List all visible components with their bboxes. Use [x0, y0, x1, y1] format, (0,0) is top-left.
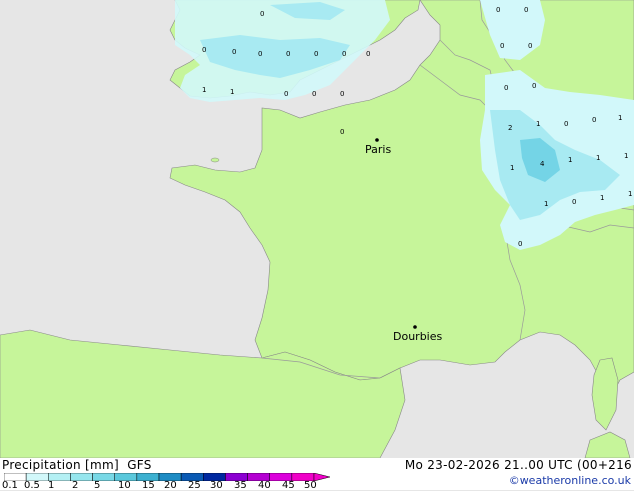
scale-tick-label: 0.5	[24, 480, 40, 491]
precip-value: 0	[258, 50, 262, 58]
precip-value: 0	[496, 6, 500, 14]
scale-tick-label: 1	[48, 480, 55, 491]
scale-tick-label: 2	[72, 480, 79, 491]
land-channel-island	[210, 157, 220, 163]
precip-value: 0	[202, 46, 206, 54]
precip-value: 0	[524, 6, 528, 14]
precip-value: 0	[564, 120, 568, 128]
scale-tick-label: 0.1	[2, 480, 18, 491]
precip-value: 0	[366, 50, 370, 58]
precip-value: 0	[340, 128, 344, 136]
precip-value: 0	[532, 82, 536, 90]
footer-legend: Precipitation [mm] GFS Mo 23-02-2026 21.…	[0, 458, 634, 491]
scale-tick-label: 15	[142, 480, 155, 491]
precip-value: 1	[202, 86, 206, 94]
scale-tick-label: 20	[164, 480, 177, 491]
precip-value: 1	[536, 120, 540, 128]
forecast-datetime: Mo 23-02-2026 21..00 UTC (00+216	[404, 458, 632, 472]
precip-value: 1	[568, 156, 572, 164]
precip-value: 0	[284, 90, 288, 98]
precip-value: 0	[572, 198, 576, 206]
scale-tick-label: 30	[210, 480, 223, 491]
precip-value: 0	[528, 42, 532, 50]
precip-value: 0	[342, 50, 346, 58]
credit-link[interactable]: ©weatheronline.co.uk	[509, 474, 631, 487]
city-label-dourbies: Dourbies	[393, 330, 443, 343]
precip-value: 0	[232, 48, 236, 56]
precip-value: 1	[628, 190, 632, 198]
precipitation-map: Paris Dourbies 0 0 0 0 0 0 0 0 1 1 0 0 0 0 0 0 0 0 0 2 1 0 0 1 1…	[0, 0, 634, 458]
color-scale-ticks: 0.1 0.5 1 2 5 10 15 20 25 30 35 40 45 50	[0, 480, 340, 491]
precip-value: 1	[544, 200, 548, 208]
chart-title: Precipitation [mm] GFS	[2, 458, 152, 472]
precip-value: 4	[540, 160, 545, 168]
precip-value: 1	[230, 88, 234, 96]
scale-tick-label: 40	[258, 480, 271, 491]
precip-value: 1	[510, 164, 514, 172]
scale-tick-label: 10	[118, 480, 131, 491]
precip-value: 1	[600, 194, 604, 202]
precip-value: 2	[508, 124, 512, 132]
precip-value: 0	[312, 90, 316, 98]
scale-tick-label: 25	[188, 480, 201, 491]
precip-value: 0	[504, 84, 508, 92]
precip-value: 1	[596, 154, 600, 162]
precip-value: 0	[592, 116, 596, 124]
city-label-paris: Paris	[365, 143, 391, 156]
scale-tick-label: 45	[282, 480, 295, 491]
scale-tick-label: 5	[94, 480, 101, 491]
precip-value: 0	[500, 42, 504, 50]
precip-value: 0	[314, 50, 318, 58]
precip-value: 0	[518, 240, 522, 248]
scale-tick-label: 35	[234, 480, 247, 491]
precip-value: 0	[286, 50, 290, 58]
scale-tick-label: 50	[304, 480, 317, 491]
precip-value: 1	[624, 152, 628, 160]
precip-value: 1	[618, 114, 622, 122]
precip-value: 0	[260, 10, 264, 18]
precip-value: 0	[340, 90, 344, 98]
